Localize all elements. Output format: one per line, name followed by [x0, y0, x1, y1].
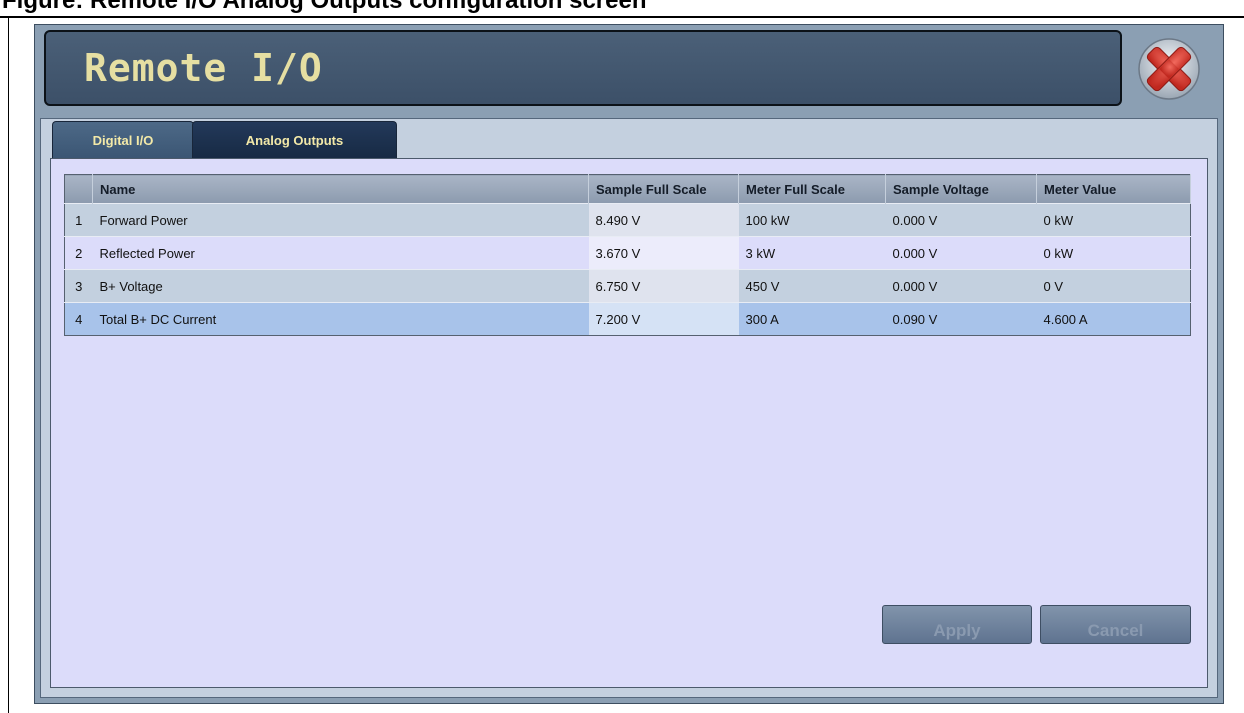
title-bar: Remote I/O — [44, 30, 1122, 106]
table-row[interactable]: 3 B+ Voltage 6.750 V 450 V 0.000 V 0 V — [64, 269, 1191, 303]
cell-sample-voltage: 0.000 V — [885, 269, 1037, 303]
column-header-index — [64, 174, 93, 204]
row-index: 1 — [64, 203, 93, 237]
cell-meter-full-scale[interactable]: 100 kW — [738, 203, 886, 237]
tab-analog-outputs-label: Analog Outputs — [245, 132, 344, 148]
tab-digital-io-label: Digital I/O — [92, 132, 154, 148]
table-header-row: Name Sample Full Scale Meter Full Scale … — [64, 174, 1191, 204]
cell-meter-value: 0 kW — [1036, 236, 1191, 270]
close-icon — [1138, 38, 1200, 100]
cell-sample-voltage: 0.000 V — [885, 203, 1037, 237]
column-header-meter-value[interactable]: Meter Value — [1036, 174, 1191, 204]
cell-sample-full-scale[interactable]: 7.200 V — [588, 302, 739, 336]
page-title: Remote I/O — [84, 46, 323, 90]
apply-button-label: Apply — [933, 621, 981, 640]
tab-digital-io[interactable]: Digital I/O — [52, 121, 194, 158]
cell-sample-full-scale[interactable]: 3.670 V — [588, 236, 739, 270]
cell-sample-voltage: 0.000 V — [885, 236, 1037, 270]
table-row-selected[interactable]: 4 Total B+ DC Current 7.200 V 300 A 0.09… — [64, 302, 1191, 336]
apply-button[interactable]: Apply — [882, 605, 1032, 644]
document-heading: Figure: Remote I/O Analog Outputs config… — [2, 0, 647, 14]
row-index: 4 — [64, 302, 93, 336]
cell-sample-full-scale[interactable]: 8.490 V — [588, 203, 739, 237]
cell-meter-full-scale[interactable]: 3 kW — [738, 236, 886, 270]
column-header-sample-voltage[interactable]: Sample Voltage — [885, 174, 1037, 204]
cell-meter-value: 4.600 A — [1036, 302, 1191, 336]
table-row[interactable]: 2 Reflected Power 3.670 V 3 kW 0.000 V 0… — [64, 236, 1191, 270]
row-index: 3 — [64, 269, 93, 303]
cell-meter-full-scale[interactable]: 300 A — [738, 302, 886, 336]
column-header-name[interactable]: Name — [92, 174, 589, 204]
cell-sample-voltage: 0.090 V — [885, 302, 1037, 336]
table-row[interactable]: 1 Forward Power 8.490 V 100 kW 0.000 V 0… — [64, 203, 1191, 237]
close-button[interactable] — [1129, 37, 1209, 101]
document-border-top — [0, 16, 1244, 18]
cell-name: B+ Voltage — [92, 269, 589, 303]
cell-name: Total B+ DC Current — [92, 302, 589, 336]
cell-sample-full-scale[interactable]: 6.750 V — [588, 269, 739, 303]
cell-meter-value: 0 kW — [1036, 203, 1191, 237]
cell-name: Reflected Power — [92, 236, 589, 270]
cell-name: Forward Power — [92, 203, 589, 237]
tab-analog-outputs[interactable]: Analog Outputs — [192, 121, 397, 158]
document-border-left — [8, 16, 9, 713]
row-index: 2 — [64, 236, 93, 270]
column-header-meter-full-scale[interactable]: Meter Full Scale — [738, 174, 886, 204]
column-header-sample-full-scale[interactable]: Sample Full Scale — [588, 174, 739, 204]
cancel-button[interactable]: Cancel — [1040, 605, 1191, 644]
cell-meter-full-scale[interactable]: 450 V — [738, 269, 886, 303]
analog-outputs-table: Name Sample Full Scale Meter Full Scale … — [64, 174, 1191, 336]
cancel-button-label: Cancel — [1087, 621, 1144, 640]
cell-meter-value: 0 V — [1036, 269, 1191, 303]
